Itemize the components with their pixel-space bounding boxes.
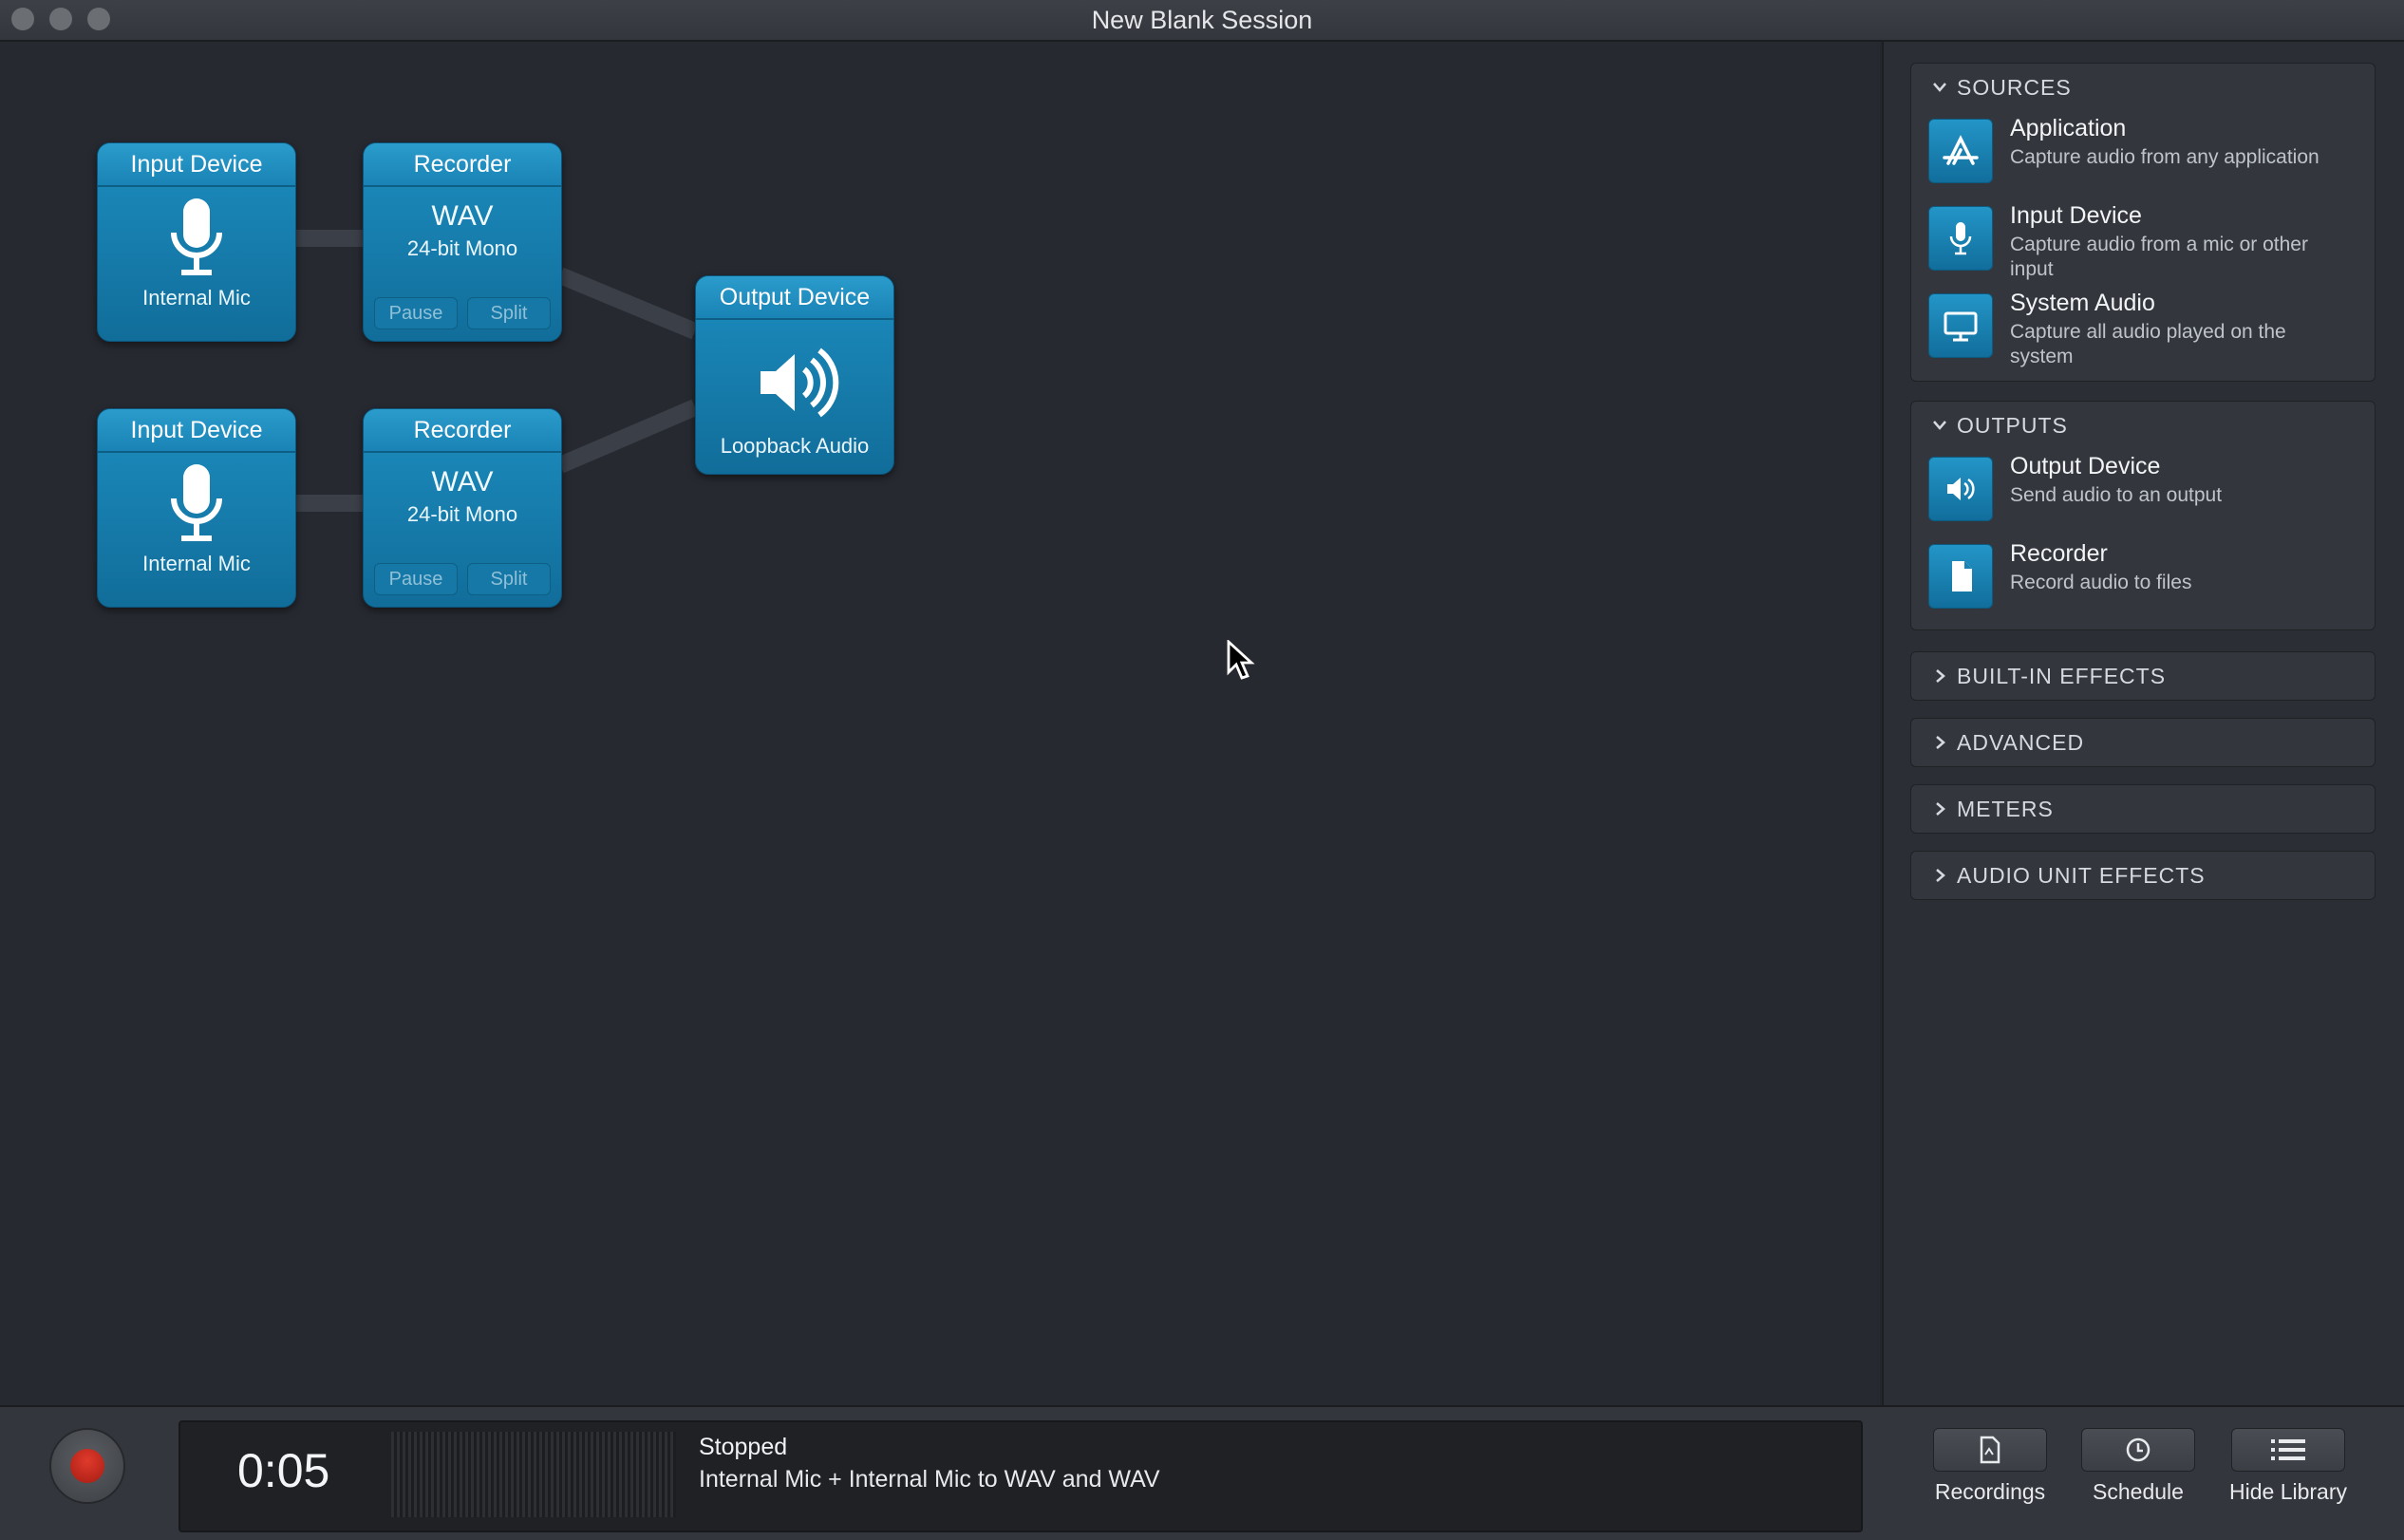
recorder-node[interactable]: Recorder WAV 24-bit Mono Pause Split <box>363 142 562 342</box>
built-in-effects-title: BUILT-IN EFFECTS <box>1957 664 2167 688</box>
speaker-icon <box>1928 457 1993 521</box>
library-item-input-device[interactable]: Input Device Capture audio from a mic or… <box>1911 198 2375 286</box>
recorder-format: WAV <box>431 466 494 498</box>
meters-title: METERS <box>1957 797 2054 821</box>
hide-library-label: Hide Library <box>2229 1479 2347 1504</box>
node-header: Output Device <box>696 276 893 320</box>
speaker-icon <box>761 347 839 418</box>
node-header: Input Device <box>98 409 295 453</box>
status-text: Stopped <box>699 1434 788 1460</box>
node-header: Recorder <box>364 409 561 453</box>
library-item-description: Capture audio from any application <box>2010 146 2319 168</box>
recorder-format: WAV <box>431 200 494 232</box>
library-item-title: Input Device <box>2010 202 2142 229</box>
split-button[interactable]: Split <box>467 297 551 329</box>
advanced-title: ADVANCED <box>1957 730 2085 755</box>
split-button[interactable]: Split <box>467 563 551 595</box>
chevron-right-icon <box>1936 736 1945 749</box>
built-in-effects-panel[interactable]: BUILT-IN EFFECTS <box>1910 651 2376 701</box>
library-item-output-device[interactable]: Output Device Send audio to an output <box>1911 449 2375 536</box>
title-bar: New Blank Session <box>0 0 2404 42</box>
chevron-down-icon <box>1933 421 1946 430</box>
elapsed-timer: 0:05 <box>237 1444 330 1497</box>
input-device-node[interactable]: Input Device Internal Mic <box>97 142 296 342</box>
connection-line <box>556 399 699 474</box>
library-item-description: Send audio to an output <box>2010 484 2223 506</box>
audio-unit-effects-title: AUDIO UNIT EFFECTS <box>1957 863 2206 888</box>
transport-bar: 0:05 Stopped Internal Mic + Internal Mic… <box>0 1405 2404 1540</box>
recorder-node[interactable]: Recorder WAV 24-bit Mono Pause Split <box>363 408 562 608</box>
chevron-right-icon <box>1936 802 1945 816</box>
library-sidebar: SOURCES Application Capture audio from a… <box>1882 42 2404 1405</box>
window-title: New Blank Session <box>1091 6 1313 34</box>
library-item-title: Application <box>2010 115 2127 141</box>
schedule-label: Schedule <box>2093 1479 2184 1504</box>
library-item-system-audio[interactable]: System Audio Capture all audio played on… <box>1911 286 2375 373</box>
record-button[interactable] <box>49 1428 125 1504</box>
library-item-title: System Audio <box>2010 290 2155 316</box>
monitor-icon <box>1928 293 1993 358</box>
audio-unit-effects-panel[interactable]: AUDIO UNIT EFFECTS <box>1910 851 2376 900</box>
chevron-down-icon <box>1933 83 1946 92</box>
outputs-panel: OUTPUTS Output Device Send audio to an o… <box>1910 401 2376 630</box>
recordings-label: Recordings <box>1934 1479 2046 1504</box>
microphone-icon <box>171 464 222 541</box>
outputs-title: OUTPUTS <box>1957 413 2068 438</box>
advanced-panel[interactable]: ADVANCED <box>1910 718 2376 767</box>
schedule-button[interactable]: Schedule <box>2081 1428 2195 1505</box>
hide-library-button[interactable]: Hide Library <box>2229 1428 2347 1505</box>
library-item-title: Output Device <box>2010 453 2161 479</box>
pause-button[interactable]: Pause <box>374 297 458 329</box>
document-icon <box>1928 544 1993 609</box>
library-item-recorder[interactable]: Recorder Record audio to files <box>1911 536 2375 624</box>
node-header: Input Device <box>98 143 295 187</box>
library-item-application[interactable]: Application Capture audio from any appli… <box>1911 111 2375 198</box>
status-description: Internal Mic + Internal Mic to WAV and W… <box>699 1466 1160 1493</box>
input-device-node[interactable]: Input Device Internal Mic <box>97 408 296 608</box>
clock-icon <box>2126 1437 2150 1462</box>
chevron-right-icon <box>1936 669 1945 683</box>
sources-title: SOURCES <box>1957 75 2072 100</box>
connection-line <box>556 267 699 340</box>
node-device-label: Internal Mic <box>142 552 251 575</box>
microphone-icon <box>171 198 222 275</box>
recorder-bit-depth: 24-bit Mono <box>406 236 518 260</box>
record-icon <box>70 1449 104 1483</box>
pause-button[interactable]: Pause <box>374 563 458 595</box>
cursor-icon <box>1227 640 1255 680</box>
status-display: 0:05 Stopped Internal Mic + Internal Mic… <box>178 1420 1863 1532</box>
node-device-label: Internal Mic <box>142 286 251 310</box>
recordings-icon <box>1980 1436 2000 1464</box>
outputs-header[interactable]: OUTPUTS <box>1911 402 2375 449</box>
recorder-bit-depth: 24-bit Mono <box>406 502 518 526</box>
meters-panel[interactable]: METERS <box>1910 784 2376 834</box>
list-icon <box>2271 1439 2305 1460</box>
output-device-node[interactable]: Output Device Loopback Audio <box>695 275 894 475</box>
level-meter <box>391 1432 676 1517</box>
library-item-description: Capture all audio played on the system <box>2010 321 2286 367</box>
application-icon <box>1928 119 1993 183</box>
library-item-description: Record audio to files <box>2010 572 2192 593</box>
recordings-button[interactable]: Recordings <box>1933 1428 2047 1505</box>
sources-panel: SOURCES Application Capture audio from a… <box>1910 63 2376 382</box>
microphone-icon <box>1928 206 1993 271</box>
library-item-description: Capture audio from a mic or other input <box>2010 234 2308 280</box>
chevron-right-icon <box>1936 869 1945 882</box>
sources-header[interactable]: SOURCES <box>1911 64 2375 111</box>
node-device-label: Loopback Audio <box>720 434 870 458</box>
session-canvas[interactable]: Input Device Internal Mic Recorder WAV 2… <box>0 42 1880 1405</box>
node-header: Recorder <box>364 143 561 187</box>
library-item-title: Recorder <box>2010 540 2108 567</box>
